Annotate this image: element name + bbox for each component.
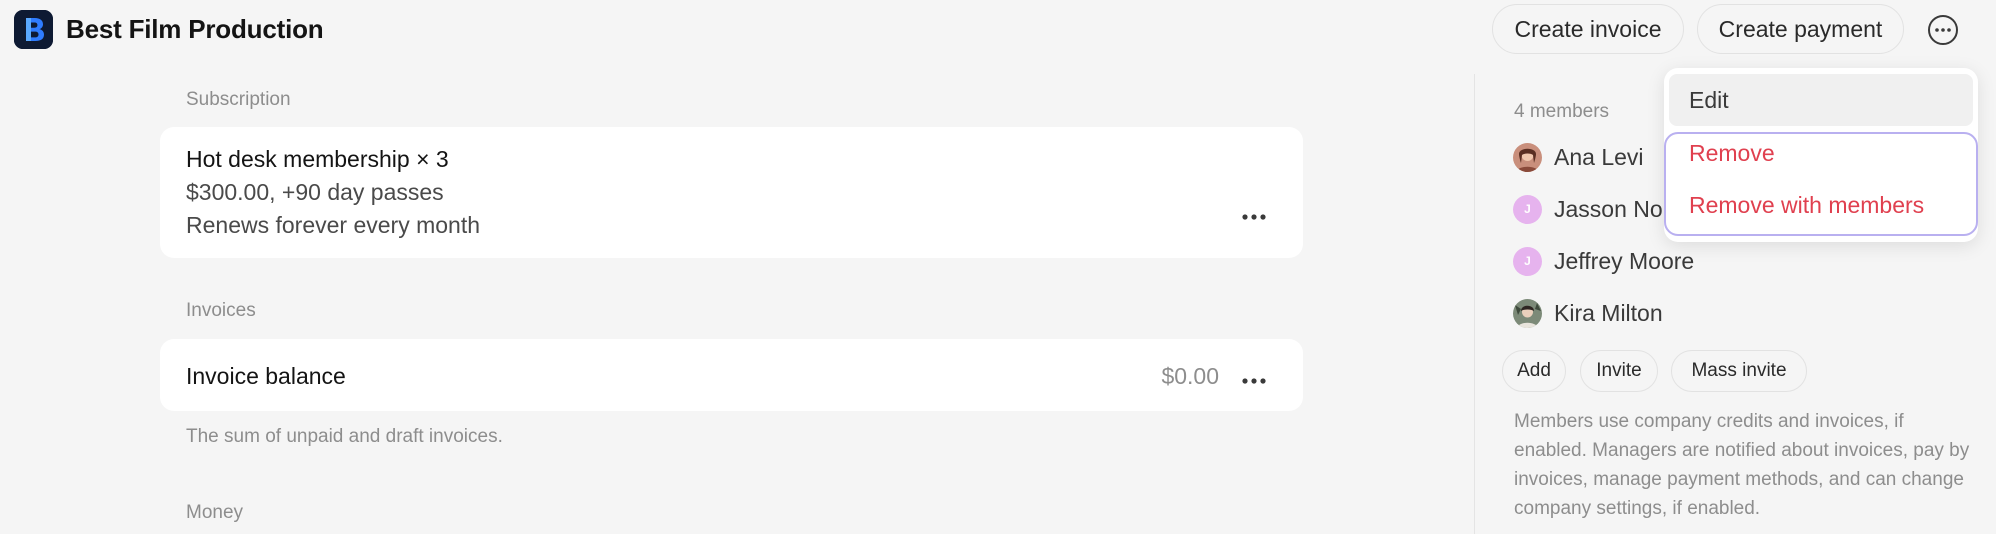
member-name: Ana Levi bbox=[1554, 144, 1644, 170]
subscription-more-button[interactable] bbox=[1242, 208, 1266, 220]
invoice-balance-card: Invoice balance $0.00 bbox=[160, 339, 1303, 411]
subscription-renewal: Renews forever every month bbox=[186, 212, 481, 238]
subscription-section-label: Subscription bbox=[186, 89, 291, 110]
avatar bbox=[1513, 143, 1542, 172]
subscription-card: Hot desk membership × 3 $300.00, +90 day… bbox=[160, 127, 1303, 258]
add-member-button[interactable]: Add bbox=[1502, 350, 1566, 392]
mass-invite-button[interactable]: Mass invite bbox=[1671, 350, 1807, 392]
invoice-balance-hint: The sum of unpaid and draft invoices. bbox=[186, 426, 503, 447]
menu-item-remove-with-members[interactable]: Remove with members bbox=[1689, 189, 1924, 221]
member-name: Kira Milton bbox=[1554, 300, 1663, 326]
ellipsis-icon bbox=[1242, 378, 1266, 384]
more-options-button[interactable] bbox=[1927, 14, 1959, 46]
subscription-price: $300.00, +90 day passes bbox=[186, 179, 444, 205]
company-name: Best Film Production bbox=[66, 14, 324, 44]
invoice-balance-amount: $0.00 bbox=[1161, 363, 1219, 389]
member-name: Jeffrey Moore bbox=[1554, 248, 1695, 274]
options-dropdown-menu: Edit Remove Remove with members bbox=[1664, 68, 1978, 242]
invoices-section-label: Invoices bbox=[186, 300, 256, 321]
brand-b-logo-icon bbox=[14, 10, 53, 49]
menu-item-edit[interactable]: Edit bbox=[1669, 74, 1973, 126]
more-circle-icon bbox=[1928, 15, 1958, 45]
menu-item-remove[interactable]: Remove bbox=[1689, 137, 1775, 169]
subscription-title: Hot desk membership × 3 bbox=[186, 146, 449, 172]
invite-member-button[interactable]: Invite bbox=[1580, 350, 1658, 392]
invoice-more-button[interactable] bbox=[1242, 372, 1266, 384]
members-count: 4 members bbox=[1514, 101, 1610, 122]
avatar bbox=[1513, 299, 1542, 328]
invoice-balance-label: Invoice balance bbox=[186, 363, 346, 389]
column-divider bbox=[1474, 74, 1475, 534]
ellipsis-icon bbox=[1242, 214, 1266, 220]
members-description: Members use company credits and invoices… bbox=[1514, 411, 1970, 519]
create-payment-button[interactable]: Create payment bbox=[1697, 4, 1904, 54]
brand-logo[interactable] bbox=[14, 10, 53, 49]
avatar: J bbox=[1513, 247, 1542, 276]
member-name: Jasson No bbox=[1554, 196, 1663, 222]
create-invoice-button[interactable]: Create invoice bbox=[1492, 4, 1684, 54]
money-section-label: Money bbox=[186, 502, 244, 523]
avatar: J bbox=[1513, 195, 1542, 224]
